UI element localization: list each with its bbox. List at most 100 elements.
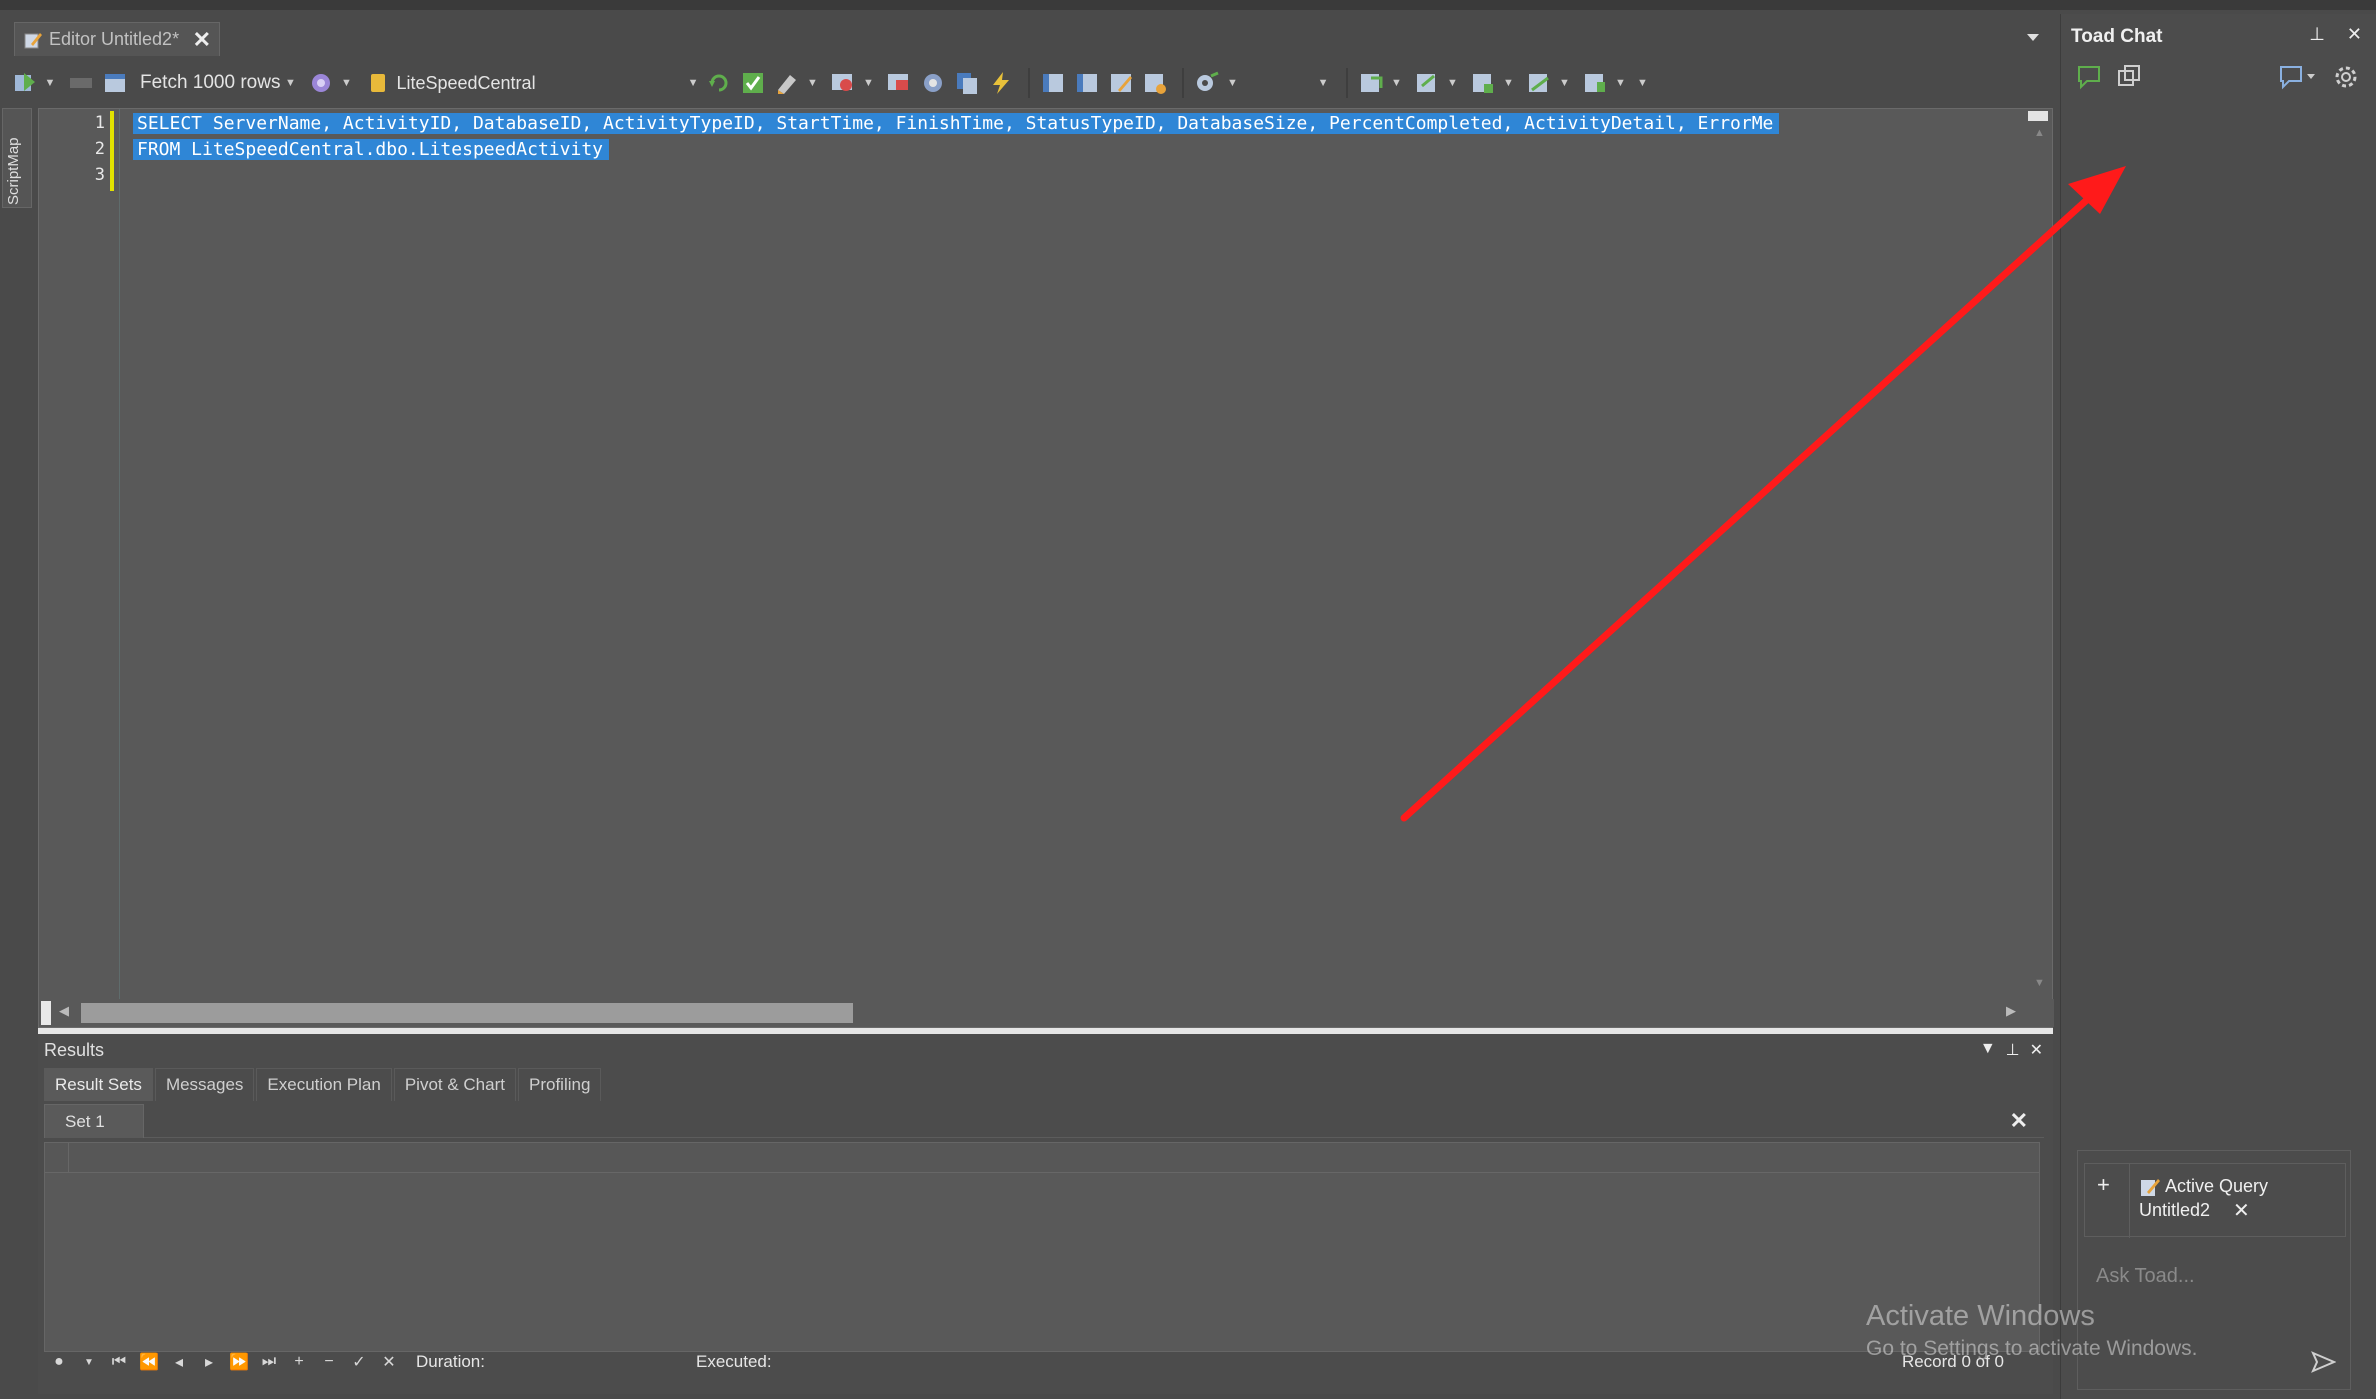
chevron-down-icon[interactable]: ▼ — [1446, 68, 1458, 98]
copy-icon[interactable] — [952, 68, 982, 98]
post-edit-icon[interactable]: ✓ — [344, 1352, 374, 1372]
code-line[interactable]: FROM LiteSpeedCentral.dbo.LitespeedActiv… — [133, 139, 609, 160]
tab-set-1[interactable]: Set 1 — [44, 1104, 144, 1138]
chevron-down-icon[interactable]: ▼ — [1502, 68, 1514, 98]
chevron-down-icon[interactable]: ▼ — [340, 68, 352, 98]
execute-options-icon[interactable] — [10, 68, 40, 98]
chevron-down-icon[interactable]: ▼ — [284, 68, 296, 98]
duration-label: Duration: — [416, 1352, 485, 1371]
add-record-icon[interactable]: + — [284, 1353, 314, 1371]
tab-messages[interactable]: Messages — [154, 1068, 255, 1101]
commit-icon[interactable] — [738, 68, 768, 98]
gear-icon[interactable] — [2331, 62, 2361, 92]
format-icon[interactable] — [772, 68, 802, 98]
add-context-icon[interactable]: + — [2097, 1172, 2110, 1198]
remove-context-icon[interactable]: ✕ — [2233, 1198, 2250, 1223]
close-panel-icon[interactable]: ✕ — [2347, 24, 2362, 45]
next-page-icon[interactable]: ⏩ — [224, 1352, 254, 1372]
scroll-left-icon[interactable]: ◀ — [59, 1003, 69, 1019]
debug-icon[interactable] — [918, 68, 948, 98]
chevron-down-icon[interactable]: ▼ — [1558, 68, 1570, 98]
next-record-icon[interactable]: ▸ — [194, 1352, 224, 1372]
chevron-down-icon[interactable]: ▼ — [1614, 68, 1626, 98]
last-record-icon[interactable]: ⏭ — [254, 1353, 284, 1371]
blank-dropdown[interactable]: ▼ — [1258, 68, 1329, 98]
code-area[interactable]: SELECT ServerName, ActivityID, DatabaseI… — [133, 109, 2023, 999]
scroll-right-icon[interactable]: ▶ — [2006, 1003, 2016, 1019]
record-indicator-icon[interactable]: ● — [44, 1353, 74, 1371]
explain-plan-icon[interactable] — [884, 68, 914, 98]
vertical-scrollbar[interactable]: ▲ ▼ — [2026, 109, 2052, 999]
export-icon[interactable] — [1356, 68, 1386, 98]
tab-profiling[interactable]: Profiling — [517, 1068, 602, 1101]
active-query-name: Untitled2 — [2139, 1200, 2211, 1220]
sql-editor[interactable]: 1 2 3 SELECT ServerName, ActivityID, Dat… — [38, 108, 2054, 1028]
fetch-rows-label[interactable]: Fetch 1000 rows — [140, 72, 280, 94]
import-icon[interactable] — [1412, 68, 1442, 98]
chevron-down-icon[interactable]: ▼ — [74, 1357, 104, 1368]
send-icon[interactable] — [2310, 1349, 2336, 1375]
chat-toolbar — [2071, 62, 2371, 96]
chevron-down-icon[interactable]: ▼ — [44, 68, 56, 98]
scriptmap-tab[interactable]: ScriptMap — [2, 108, 32, 208]
scroll-down-icon[interactable]: ▼ — [2034, 977, 2045, 989]
panel-menu-icon[interactable]: ▼ — [1980, 1040, 1996, 1060]
close-set-icon[interactable]: ✕ — [2010, 1108, 2028, 1134]
chat-options-icon[interactable] — [2277, 62, 2317, 92]
horizontal-scrollbar[interactable]: ◀ ▶ — [39, 999, 2054, 1027]
fetch-icon[interactable] — [100, 68, 130, 98]
report-icon[interactable] — [1580, 68, 1610, 98]
tables-edit-icon[interactable] — [1106, 68, 1136, 98]
tables-add-icon[interactable] — [1072, 68, 1102, 98]
pin-icon[interactable]: ⊥ — [2006, 1040, 2020, 1060]
toolbar-separator — [1182, 68, 1185, 98]
connection-color-icon[interactable] — [306, 68, 336, 98]
delete-record-icon[interactable]: − — [314, 1353, 344, 1371]
tables-icon[interactable] — [1038, 68, 1068, 98]
chat-history-icon[interactable] — [2115, 62, 2145, 92]
compare-icon[interactable] — [1468, 68, 1498, 98]
first-record-icon[interactable]: ⏮ — [104, 1353, 134, 1371]
close-panel-icon[interactable]: ✕ — [2030, 1040, 2043, 1060]
prev-page-icon[interactable]: ⏪ — [134, 1352, 164, 1372]
sync-icon[interactable] — [1524, 68, 1554, 98]
grid-header — [45, 1143, 2039, 1173]
toolbar-overflow-icon[interactable]: ▼ — [1636, 68, 1648, 98]
refresh-icon[interactable] — [704, 68, 734, 98]
grid-corner[interactable] — [45, 1143, 69, 1173]
ask-toad-input[interactable]: Ask Toad... — [2096, 1265, 2195, 1288]
lightning-icon[interactable] — [986, 68, 1016, 98]
vertical-scrollbar-thumb[interactable] — [2028, 111, 2048, 121]
chevron-down-icon[interactable]: ▼ — [1226, 68, 1238, 98]
tab-editor-untitled2[interactable]: Editor Untitled2* ✕ — [14, 22, 220, 56]
editor-icon — [24, 32, 42, 48]
pin-icon[interactable]: ⊥ — [2309, 24, 2325, 45]
tab-pivot-chart[interactable]: Pivot & Chart — [393, 1068, 516, 1101]
close-tab-icon[interactable]: ✕ — [193, 27, 211, 53]
results-grid[interactable] — [44, 1142, 2040, 1352]
chevron-down-icon[interactable]: ▼ — [1390, 68, 1402, 98]
connection-selector[interactable]: LiteSpeedCentral ▼ — [368, 66, 698, 100]
executed-label: Executed: — [696, 1352, 772, 1371]
line-number-gutter: 1 2 3 — [39, 109, 114, 999]
tables-delete-icon[interactable] — [1140, 68, 1170, 98]
code-line[interactable]: SELECT ServerName, ActivityID, DatabaseI… — [133, 113, 1780, 134]
tab-result-sets[interactable]: Result Sets — [44, 1068, 153, 1101]
horizontal-scrollbar-thumb[interactable] — [81, 1003, 853, 1023]
database-icon — [371, 74, 386, 92]
settings-wand-icon[interactable] — [1192, 68, 1222, 98]
tab-execution-plan[interactable]: Execution Plan — [256, 1068, 392, 1101]
toolbar-separator — [1346, 68, 1349, 98]
query-builder-icon[interactable] — [828, 68, 858, 98]
active-query-title: Active Query — [2165, 1176, 2269, 1196]
context-divider — [2129, 1164, 2130, 1238]
tab-list-dropdown-icon[interactable] — [2026, 32, 2040, 42]
chat-input-box: + Active Query Untitled2 ✕ Ask Toad... — [2077, 1150, 2351, 1390]
prev-record-icon[interactable]: ◂ — [164, 1352, 194, 1372]
cancel-edit-icon[interactable]: ✕ — [374, 1352, 404, 1372]
chevron-down-icon[interactable]: ▼ — [806, 68, 818, 98]
scroll-up-icon[interactable]: ▲ — [2034, 127, 2045, 139]
toolbar-separator — [1028, 68, 1031, 98]
new-chat-icon[interactable] — [2075, 62, 2105, 92]
chevron-down-icon[interactable]: ▼ — [862, 68, 874, 98]
